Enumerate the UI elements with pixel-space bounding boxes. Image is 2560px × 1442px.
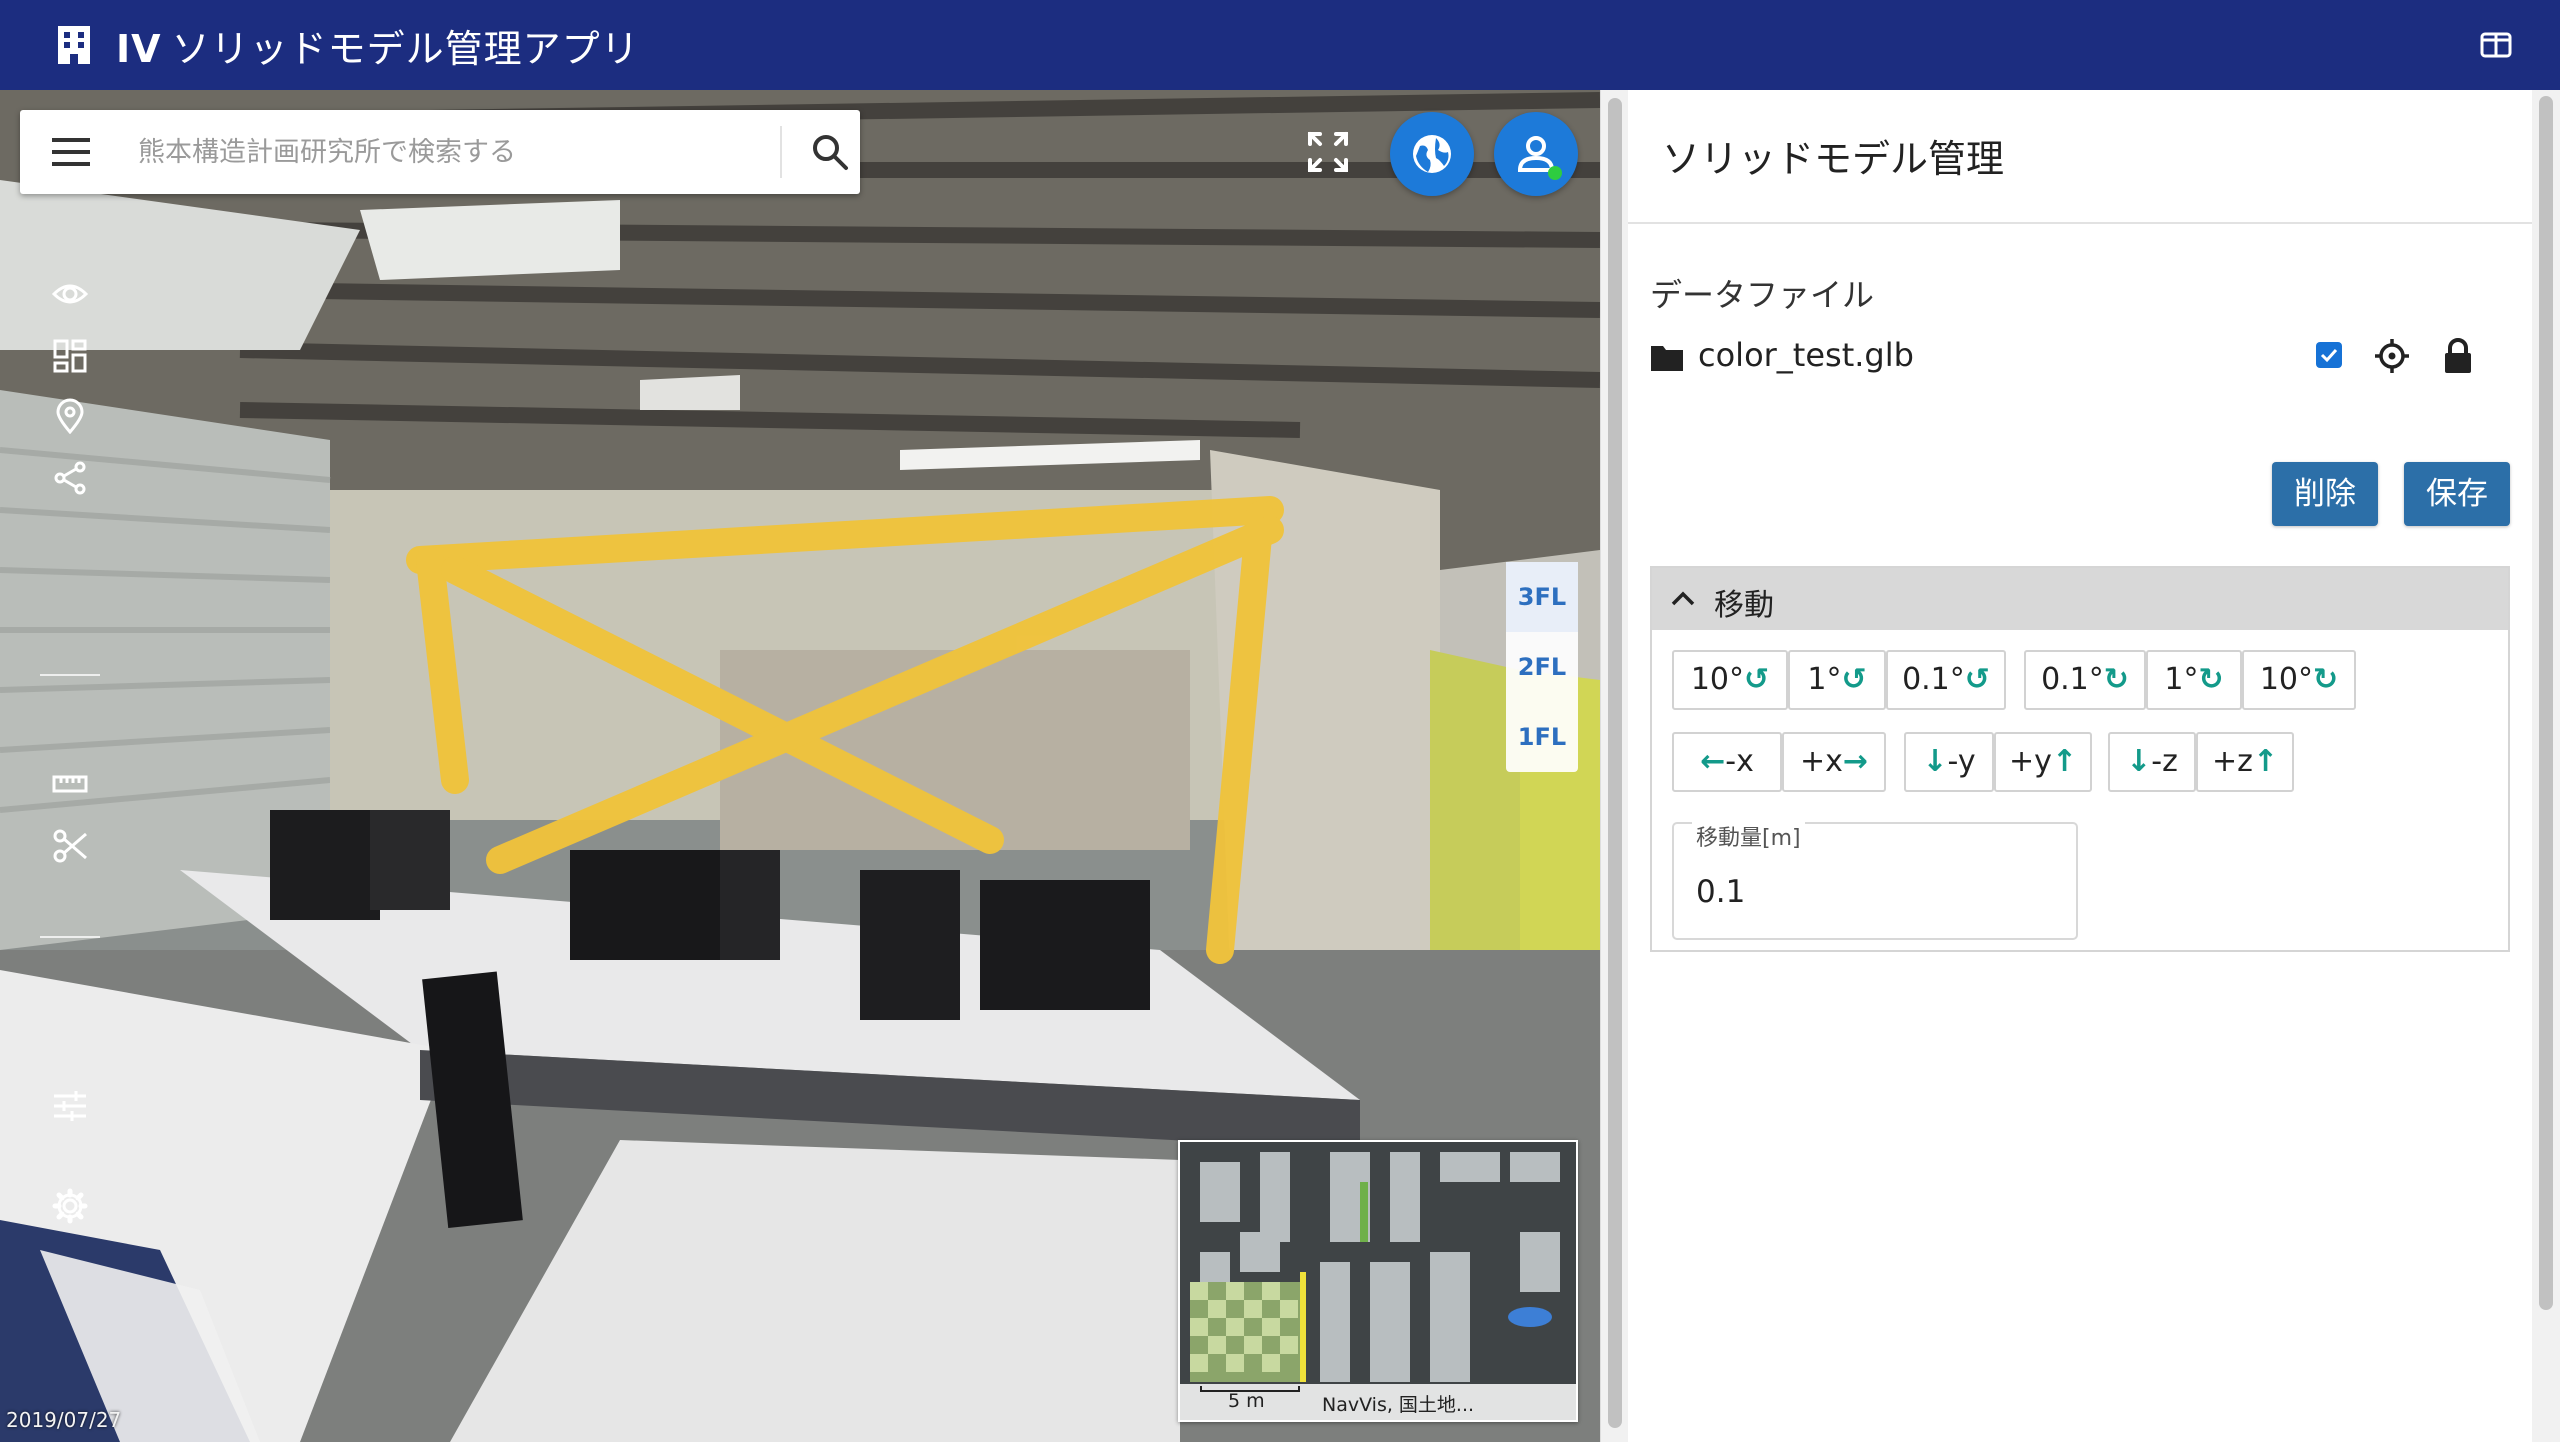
globe-icon bbox=[1413, 135, 1451, 173]
floor-1fl-button[interactable]: 1FL bbox=[1506, 702, 1578, 772]
rotate-cw-icon: ↻ bbox=[2313, 662, 2339, 697]
app-header: IV ソリッドモデル管理アプリ bbox=[0, 0, 2560, 90]
arrow-up-icon: ↑ bbox=[2252, 744, 2279, 779]
viewer-scrollbar[interactable] bbox=[1600, 90, 1628, 1442]
move-section-title: 移動 bbox=[1714, 588, 1774, 623]
move-amount-field[interactable]: 移動量[m] 0.1 bbox=[1672, 820, 2078, 940]
map-pin-icon bbox=[56, 398, 84, 434]
online-status-dot bbox=[1548, 166, 1562, 180]
location-tool[interactable] bbox=[40, 386, 100, 446]
file-row: color_test.glb bbox=[1650, 336, 2510, 384]
rotate-ccw-icon: ↺ bbox=[1744, 662, 1770, 697]
rotate-cw-icon: ↻ bbox=[2198, 662, 2224, 697]
share-icon bbox=[54, 461, 86, 495]
rotate-ccw-10-button[interactable]: 10°↺ bbox=[1672, 650, 1788, 710]
floor-2fl-button[interactable]: 2FL bbox=[1506, 632, 1578, 702]
floor-3fl-button[interactable]: 3FL bbox=[1506, 562, 1578, 632]
lock-icon[interactable] bbox=[2442, 338, 2474, 374]
rotate-ccw-icon: ↺ bbox=[1841, 662, 1867, 697]
chevron-up-icon bbox=[1671, 591, 1695, 606]
scale-label: 5 m bbox=[1228, 1390, 1265, 1412]
minimap-aerial bbox=[1180, 1142, 1576, 1420]
building-icon bbox=[58, 26, 90, 64]
rotate-cw-10-button[interactable]: 10°↻ bbox=[2242, 650, 2356, 710]
scissors-icon bbox=[53, 829, 87, 863]
move-minus-x-button[interactable]: ←-x bbox=[1672, 732, 1782, 792]
panel-scroll-thumb[interactable] bbox=[2539, 96, 2553, 1310]
share-tool[interactable] bbox=[40, 448, 100, 508]
menu-icon[interactable] bbox=[52, 136, 90, 168]
capture-date: 2019/07/27 bbox=[6, 1408, 122, 1432]
search-input[interactable] bbox=[138, 128, 758, 176]
panorama-viewer[interactable]: 3FL 2FL 1FL bbox=[0, 90, 1600, 1442]
view-tool[interactable] bbox=[40, 264, 100, 324]
arrow-down-icon: ↓ bbox=[1922, 744, 1948, 779]
map-credit[interactable]: NavVis, 国土地... bbox=[1322, 1390, 1474, 1417]
move-plus-x-button[interactable]: +x→ bbox=[1782, 732, 1886, 792]
minimap[interactable]: 5 m NavVis, 国土地... bbox=[1178, 1140, 1578, 1422]
eye-icon bbox=[52, 284, 88, 304]
move-minus-z-button[interactable]: ↓-z bbox=[2108, 732, 2196, 792]
layers-tool[interactable] bbox=[40, 326, 100, 386]
search-divider bbox=[780, 126, 782, 178]
arrow-right-icon: → bbox=[1842, 744, 1869, 779]
arrow-up-icon: ↑ bbox=[2051, 744, 2078, 779]
cut-tool[interactable] bbox=[40, 816, 100, 876]
rotate-cw-icon: ↻ bbox=[2103, 662, 2129, 697]
floor-switcher: 3FL 2FL 1FL bbox=[1506, 562, 1578, 772]
split-view-icon[interactable] bbox=[2480, 32, 2512, 58]
rotate-cw-1-button[interactable]: 1°↻ bbox=[2146, 650, 2242, 710]
ruler-icon bbox=[52, 775, 88, 793]
solid-model-panel: ソリッドモデル管理 データファイル color_test.glb 削除 保存 移… bbox=[1628, 90, 2532, 1442]
tool-rail-divider-2 bbox=[40, 936, 100, 938]
rotate-cw-01-button[interactable]: 0.1°↻ bbox=[2024, 650, 2146, 710]
fullscreen-icon[interactable] bbox=[1306, 130, 1350, 174]
check-icon bbox=[2320, 348, 2338, 363]
panel-scrollbar[interactable] bbox=[2532, 90, 2560, 1442]
user-button[interactable] bbox=[1494, 112, 1578, 196]
move-plus-z-button[interactable]: +z↑ bbox=[2196, 732, 2294, 792]
arrow-left-icon: ← bbox=[1700, 744, 1726, 779]
search-icon[interactable] bbox=[810, 132, 850, 172]
move-amount-label: 移動量[m] bbox=[1692, 820, 1805, 852]
folder-icon bbox=[1651, 346, 1683, 371]
panel-title: ソリッドモデル管理 bbox=[1662, 137, 2005, 181]
data-file-label: データファイル bbox=[1650, 276, 1875, 314]
delete-button[interactable]: 削除 bbox=[2272, 462, 2378, 526]
viewer-scroll-thumb[interactable] bbox=[1608, 98, 1622, 1428]
move-amount-value[interactable]: 0.1 bbox=[1696, 874, 1745, 910]
gear-icon bbox=[52, 1188, 88, 1224]
file-name: color_test.glb bbox=[1698, 336, 1914, 374]
visibility-checkbox[interactable] bbox=[2316, 342, 2342, 368]
move-section-header[interactable]: 移動 bbox=[1652, 568, 2508, 630]
app-title: IV ソリッドモデル管理アプリ bbox=[116, 27, 640, 71]
settings-tool[interactable] bbox=[40, 1176, 100, 1236]
move-section: 移動 10°↺ 1°↺ 0.1°↺ 0.1°↻ 1°↻ 10°↻ ←-x +x→… bbox=[1650, 566, 2510, 952]
save-button[interactable]: 保存 bbox=[2404, 462, 2510, 526]
measure-tool[interactable] bbox=[40, 754, 100, 814]
adjust-tool[interactable] bbox=[40, 1076, 100, 1136]
rotate-ccw-icon: ↺ bbox=[1964, 662, 1990, 697]
rotate-ccw-1-button[interactable]: 1°↺ bbox=[1788, 650, 1886, 710]
panel-divider bbox=[1628, 222, 2532, 224]
move-plus-y-button[interactable]: +y↑ bbox=[1994, 732, 2092, 792]
move-minus-y-button[interactable]: ↓-y bbox=[1904, 732, 1994, 792]
sliders-icon bbox=[54, 1091, 86, 1121]
minimap-attribution: 5 m NavVis, 国土地... bbox=[1180, 1384, 1576, 1420]
arrow-down-icon: ↓ bbox=[2126, 744, 2152, 779]
layers-icon bbox=[53, 339, 87, 373]
search-bar bbox=[20, 110, 860, 194]
crosshair-icon[interactable] bbox=[2374, 338, 2410, 374]
globe-button[interactable] bbox=[1390, 112, 1474, 196]
tool-rail-divider bbox=[40, 674, 100, 676]
rotate-ccw-01-button[interactable]: 0.1°↺ bbox=[1886, 650, 2006, 710]
